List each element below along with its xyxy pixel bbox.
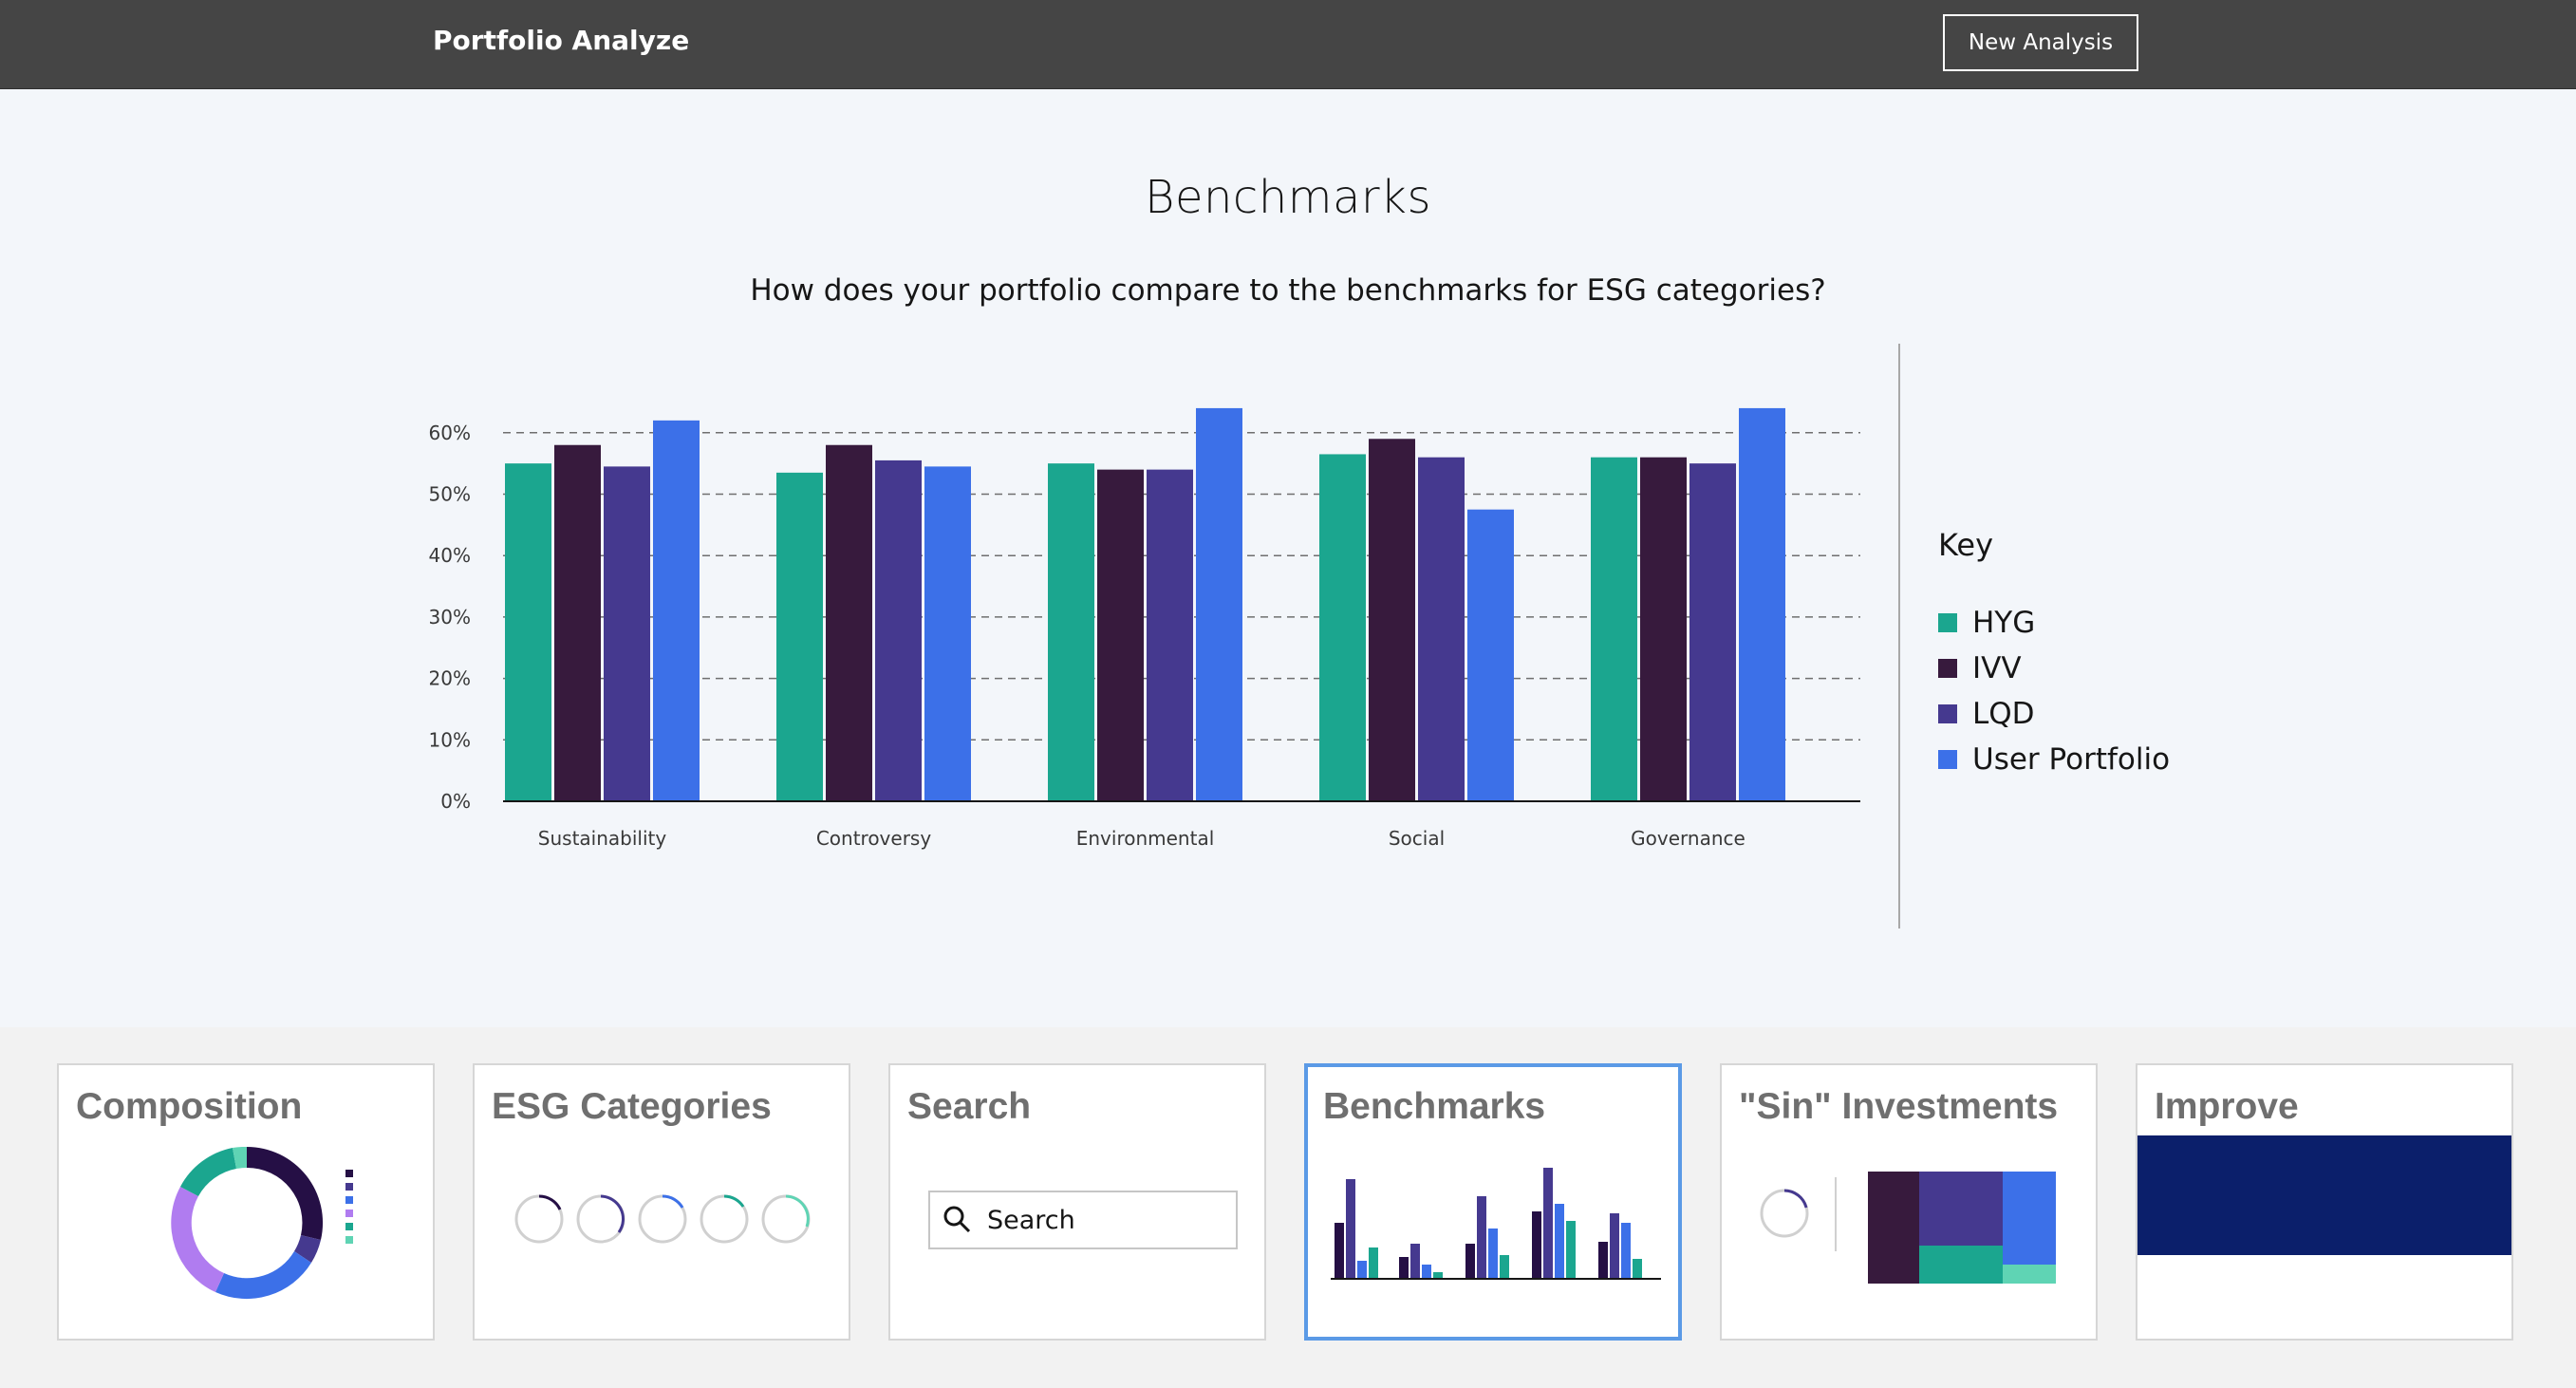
x-tick-label: Sustainability [538,827,667,850]
card-title: Search [907,1086,1032,1127]
chart-bar [1097,469,1144,801]
sin-investments-thumbnail [1760,1172,2056,1284]
chart-bar [604,466,650,801]
card-search[interactable]: Search Search [888,1063,1266,1341]
search-input[interactable]: Search [928,1191,1238,1249]
legend-swatch [1938,613,1957,632]
legend-label: HYG [1972,606,2036,640]
x-tick-label: Social [1389,827,1445,850]
legend-item: User Portfolio [1938,741,2170,778]
card-sin-investments[interactable]: "Sin" Investments [1720,1063,2098,1341]
top-nav-bar: Portfolio Analyze New Analysis [0,0,2576,89]
card-benchmarks[interactable]: Benchmarks [1304,1063,1682,1341]
chart-bar [1689,463,1736,801]
chart-bar [826,444,872,801]
benchmarks-bars-thumbnail [1331,1168,1661,1280]
chart-bar [1319,454,1366,801]
page-title: Benchmarks [1145,171,1431,224]
new-analysis-button[interactable]: New Analysis [1943,14,2138,71]
chart-bar [924,466,971,801]
chart-bar [1467,509,1514,801]
page-subtitle: How does your portfolio compare to the b… [750,273,1826,308]
x-tick-label: Environmental [1076,827,1215,850]
improve-thumbnail [2137,1135,2511,1255]
app-brand[interactable]: Portfolio Analyze [433,25,689,56]
chart-bar [505,463,551,801]
y-tick-label: 30% [429,606,471,628]
legend-label: IVV [1972,651,2022,685]
y-tick-label: 50% [429,483,471,506]
legend-swatch [1938,659,1957,678]
chart-bar [1640,457,1687,801]
y-tick-label: 60% [429,422,471,444]
search-icon [943,1206,971,1233]
card-composition[interactable]: Composition [57,1063,435,1341]
chart-bar [653,420,700,801]
chart-bar [1196,407,1242,801]
legend-label: LQD [1972,697,2035,731]
x-tick-label: Governance [1631,827,1745,850]
chart-bar [554,444,601,801]
chart-bar [1591,457,1637,801]
chart-bar [1418,457,1465,801]
legend-item: IVV [1938,649,2022,687]
chart-bar [1048,463,1094,801]
chart-bar [1147,469,1193,801]
legend-label: User Portfolio [1972,742,2171,777]
chart-bar [1369,439,1415,801]
composition-donut-thumbnail [171,1146,353,1300]
legend-title: Key [1938,527,1994,563]
card-improve[interactable]: Improve [2136,1063,2513,1341]
search-placeholder: Search [987,1205,1075,1235]
legend-swatch [1938,704,1957,723]
card-title: Improve [2155,1086,2299,1127]
x-tick-label: Controversy [816,827,932,850]
chart-legend-divider [1898,344,1900,928]
chart-bar [1739,407,1785,801]
y-tick-label: 20% [429,667,471,690]
y-tick-label: 10% [429,728,471,751]
legend-item: LQD [1938,695,2035,733]
y-tick-label: 40% [429,544,471,567]
benchmark-bar-chart: 0% 10% 20% 30% 40% 50% 60% Sustainability Contro… [429,407,1860,850]
chart-bar [875,460,922,801]
y-tick-label: 0% [440,790,471,813]
legend-swatch [1938,750,1957,769]
chart-bar [776,472,823,801]
legend-item: HYG [1938,604,2035,642]
esg-gauges-thumbnail [514,1194,811,1244]
card-esg-categories[interactable]: ESG Categories [473,1063,850,1341]
